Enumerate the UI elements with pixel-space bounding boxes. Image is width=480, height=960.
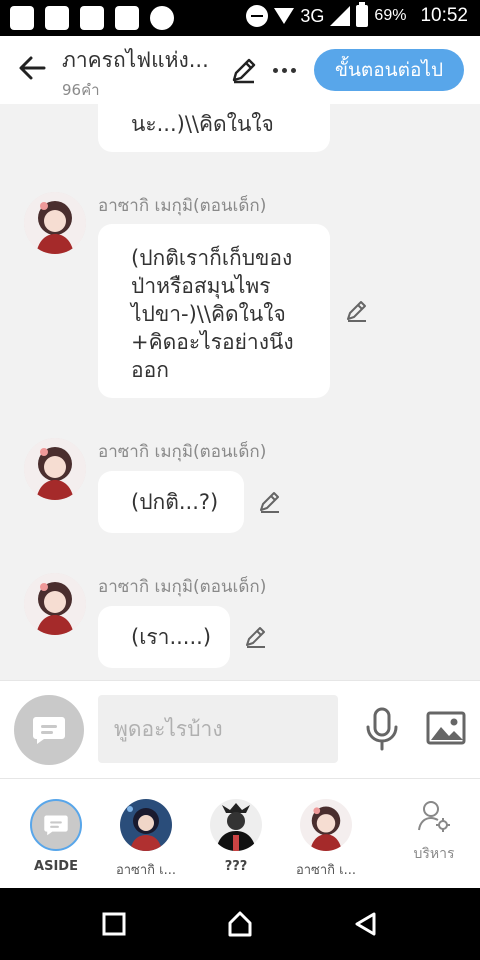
clock: 10:52 xyxy=(420,5,468,26)
chat-area[interactable]: นะ...)\\คิดในใจ อาซากิ เมกุมิ(ตอนเด็ก) (… xyxy=(0,104,480,680)
edit-title-button[interactable] xyxy=(228,54,260,86)
character-label: ASIDE xyxy=(34,859,78,874)
user-settings-icon xyxy=(418,801,450,832)
square-icon xyxy=(102,912,126,936)
avatar[interactable] xyxy=(24,192,86,254)
dot xyxy=(290,67,296,73)
edit-message-button[interactable] xyxy=(256,488,284,516)
wifi-icon xyxy=(274,8,295,24)
avatar[interactable] xyxy=(24,573,86,635)
microphone-icon xyxy=(366,707,398,751)
character-label: ??? xyxy=(224,859,248,874)
signal-icon xyxy=(330,6,351,26)
character-item[interactable]: อาซากิ เ... xyxy=(286,799,366,880)
edit-message-button[interactable] xyxy=(242,623,270,651)
message-text: (ปกติเราก็เก็บของ ป่าหรือสมุนไพร ไปขา-)\… xyxy=(131,246,294,382)
next-step-button[interactable]: ขั้นตอนต่อไป xyxy=(314,49,464,91)
character-portrait-icon xyxy=(24,192,86,254)
message-input[interactable] xyxy=(98,695,338,763)
sender-name: อาซากิ เมกุมิ(ตอนเด็ก) xyxy=(98,196,267,216)
pencil-icon xyxy=(232,58,256,84)
chat-icon xyxy=(80,6,104,30)
facebook-icon xyxy=(45,6,69,30)
dot xyxy=(281,67,287,73)
edit-message-button[interactable] xyxy=(343,297,371,325)
speech-bubble-icon xyxy=(33,717,65,744)
character-portrait-icon xyxy=(24,573,86,635)
pencil-icon xyxy=(347,301,366,322)
character-portrait-icon xyxy=(210,799,262,851)
avatar[interactable] xyxy=(24,438,86,500)
sender-name: อาซากิ เมกุมิ(ตอนเด็ก) xyxy=(98,577,267,597)
pencil-icon xyxy=(246,627,265,648)
character-label: อาซากิ เ... xyxy=(295,863,357,878)
message-bubble[interactable]: (ปกติ...?) xyxy=(98,471,244,533)
input-bar xyxy=(0,680,480,778)
network-type: 3G xyxy=(300,5,325,26)
manage-characters-button[interactable]: บริหาร xyxy=(396,799,472,865)
messages-icon xyxy=(10,6,34,30)
character-portrait-icon xyxy=(300,799,352,851)
message-text: นะ...)\\คิดในใจ xyxy=(131,112,274,136)
status-bar: 3G 69% 10:52 xyxy=(0,0,480,36)
pencil-icon xyxy=(260,492,279,513)
speech-bubble-icon xyxy=(44,815,68,836)
arrow-left-icon xyxy=(19,56,46,80)
avatar xyxy=(300,799,352,851)
avatar xyxy=(210,799,262,851)
character-label: อาซากิ เ... xyxy=(115,863,177,878)
back-button[interactable] xyxy=(14,50,50,86)
avatar xyxy=(120,799,172,851)
message-text: (เรา.....) xyxy=(131,625,212,649)
image-icon xyxy=(426,711,466,745)
message-bubble[interactable]: (ปกติเราก็เก็บของ ป่าหรือสมุนไพร ไปขา-)\… xyxy=(98,224,330,398)
message-text: (ปกติ...?) xyxy=(131,490,219,514)
battery-icon xyxy=(356,2,369,27)
story-title: ภาครถไฟแห่ง... xyxy=(62,48,209,72)
image-upload-button[interactable] xyxy=(426,711,466,745)
message-bubble[interactable]: (เรา.....) xyxy=(98,606,230,668)
triangle-back-icon xyxy=(355,912,376,936)
aside-toggle-button[interactable] xyxy=(14,695,84,765)
gallery-icon xyxy=(115,6,139,30)
more-options-button[interactable] xyxy=(268,54,300,86)
word-count: 96คำ xyxy=(62,81,100,99)
do-not-disturb-icon xyxy=(246,5,269,27)
home-icon xyxy=(228,911,252,937)
aside-avatar xyxy=(30,799,82,851)
android-nav-bar xyxy=(0,888,480,960)
voice-input-button[interactable] xyxy=(364,707,400,751)
messenger-icon xyxy=(150,6,174,30)
home-button[interactable] xyxy=(226,910,254,938)
character-portrait-icon xyxy=(24,438,86,500)
character-portrait-icon xyxy=(120,799,172,851)
character-item[interactable]: อาซากิ เ... xyxy=(106,799,186,880)
header: ภาครถไฟแห่ง... 96คำ ขั้นตอนต่อไป xyxy=(0,36,480,104)
battery-level: 69% xyxy=(374,7,407,24)
character-selector: ASIDE อาซากิ เ... ??? อาซากิ เ... บริหาร xyxy=(0,778,480,888)
character-aside[interactable]: ASIDE xyxy=(16,799,96,874)
back-nav-button[interactable] xyxy=(352,910,380,938)
character-item[interactable]: ??? xyxy=(196,799,276,874)
manage-label: บริหาร xyxy=(413,846,455,862)
sender-name: อาซากิ เมกุมิ(ตอนเด็ก) xyxy=(98,442,267,462)
message-bubble[interactable]: นะ...)\\คิดในใจ xyxy=(98,104,330,152)
recent-apps-button[interactable] xyxy=(100,910,128,938)
dot xyxy=(272,67,278,73)
